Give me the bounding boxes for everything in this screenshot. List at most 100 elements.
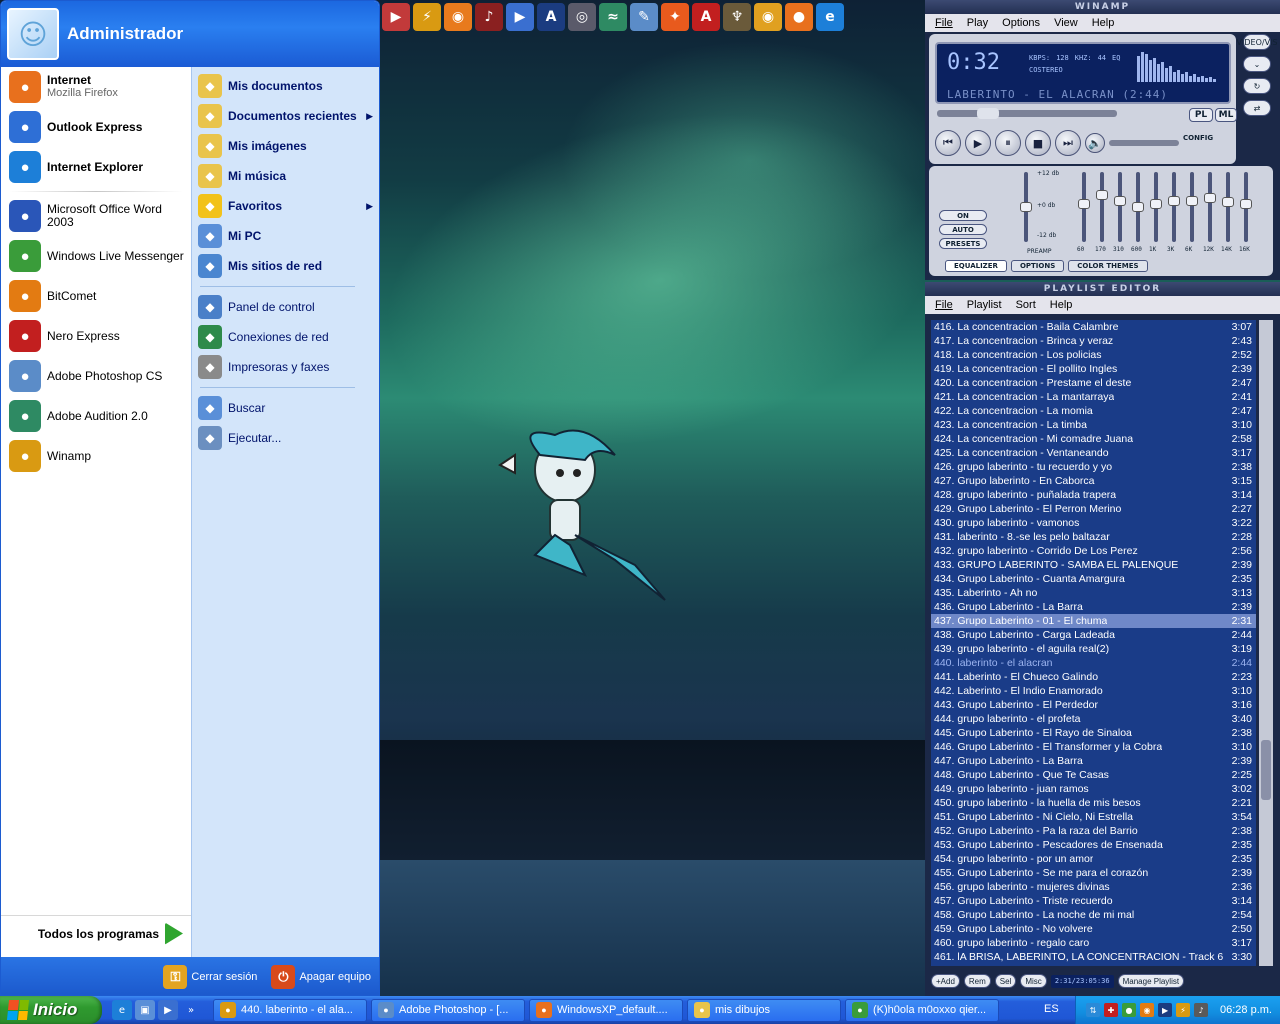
playlist-row[interactable]: 461. lA BRISA, LABERINTO, LA CONCENTRACI… xyxy=(931,950,1256,964)
playlist-row[interactable]: 422. La concentracion - La momia 2:47 xyxy=(931,404,1256,418)
volume-icon[interactable]: 🔈 xyxy=(1085,133,1105,153)
audition-shortcut-icon[interactable]: ≈ xyxy=(599,2,627,31)
playlist-row[interactable]: 431. laberinto - 8.-se les pelo baltazar… xyxy=(931,530,1256,544)
eq-band-slider[interactable] xyxy=(1132,172,1144,252)
show-desktop-icon[interactable]: ▣ xyxy=(135,1000,155,1020)
taskbar-button[interactable]: ● mis dibujos xyxy=(687,998,841,1022)
eq-band-slider[interactable] xyxy=(1150,172,1162,252)
playlist-row[interactable]: 438. Grupo Laberinto - Carga Ladeada 2:44 xyxy=(931,628,1256,642)
tab-color-themes[interactable]: COLOR THEMES xyxy=(1068,260,1148,272)
audacity-shortcut-icon[interactable]: A xyxy=(537,2,565,31)
photoshop-shortcut-icon[interactable]: ✎ xyxy=(630,2,658,31)
playlist-row[interactable]: 446. Grupo Laberinto - El Transformer y … xyxy=(931,740,1256,754)
eq-band-slider[interactable] xyxy=(1222,172,1234,252)
ie-quicklaunch-icon[interactable]: e xyxy=(112,1000,132,1020)
playlist-row[interactable]: 433. GRUPO LABERINTO - SAMBA EL PALENQUE… xyxy=(931,558,1256,572)
playlist-row[interactable]: 424. La concentracion - Mi comadre Juana… xyxy=(931,432,1256,446)
ie-shortcut-icon[interactable]: e xyxy=(816,2,844,31)
playlist-row[interactable]: 439. grupo laberinto - el aguila real(2)… xyxy=(931,642,1256,656)
playlist-row[interactable]: 437. Grupo Laberinto - 01 - El chuma 2:31 xyxy=(931,614,1256,628)
repeat-button[interactable]: ↻ xyxy=(1243,78,1271,94)
taskbar-button[interactable]: ● 440. laberinto - el ala... xyxy=(213,998,367,1022)
recent-item-adobe-audition-2-0[interactable]: ● Adobe Audition 2.0 xyxy=(1,396,191,436)
eq-on-button[interactable]: ON xyxy=(939,210,987,221)
volume-tray-icon[interactable]: ♪ xyxy=(1194,1003,1209,1017)
media-player-shortcut-icon[interactable]: ◎ xyxy=(568,2,596,31)
winamp-titlebar[interactable]: WINAMP xyxy=(925,0,1280,14)
playlist-row[interactable]: 453. Grupo Laberinto - Pescadores de Ens… xyxy=(931,838,1256,852)
playlist-row[interactable]: 416. La concentracion - Baila Calambre 3:… xyxy=(931,320,1256,334)
bitcomet-tray-icon[interactable]: ◉ xyxy=(1140,1003,1155,1017)
all-programs-button[interactable]: Todos los programas xyxy=(1,915,191,951)
playlist-row[interactable]: 459. Grupo Laberinto - No volvere 2:50 xyxy=(931,922,1256,936)
menu-help[interactable]: Help xyxy=(1092,17,1115,29)
manage-playlist-button[interactable]: Manage Playlist xyxy=(1117,974,1185,988)
elapsed-time[interactable]: 0:32 xyxy=(947,50,1000,75)
config-label[interactable]: CONFIG xyxy=(1183,134,1213,156)
recent-item-adobe-photoshop-cs[interactable]: ● Adobe Photoshop CS xyxy=(1,356,191,396)
playlist-row[interactable]: 430. grupo laberinto - vamonos 3:22 xyxy=(931,516,1256,530)
remove-button[interactable]: Rem xyxy=(963,974,991,988)
menu-options[interactable]: Options xyxy=(1002,17,1040,29)
select-button[interactable]: Sel xyxy=(994,974,1017,988)
pinned-item-internet[interactable]: ● Internet Mozilla Firefox xyxy=(1,67,191,107)
playlist-row[interactable]: 417. La concentracion - Brinca y veraz 2:… xyxy=(931,334,1256,348)
play-shortcut-icon[interactable]: ▶ xyxy=(506,2,534,31)
playlist-row[interactable]: 444. grupo laberinto - el profeta 3:40 xyxy=(931,712,1256,726)
place-item-buscar[interactable]: ◆ Buscar xyxy=(192,393,379,423)
menu-file[interactable]: File xyxy=(935,17,953,29)
eq-band-slider[interactable] xyxy=(1168,172,1180,252)
place-item-documentos-recientes[interactable]: ◆ Documentos recientes ▶ xyxy=(192,101,379,131)
playlist-row[interactable]: 421. La concentracion - La mantarraya 2:4… xyxy=(931,390,1256,404)
menu-view[interactable]: View xyxy=(1054,17,1078,29)
next-button[interactable]: ⏭ xyxy=(1055,130,1081,156)
volume-slider[interactable] xyxy=(1109,140,1179,146)
playlist-row[interactable]: 445. Grupo Laberinto - El Rayo de Sinalo… xyxy=(931,726,1256,740)
playlist-row[interactable]: 425. La concentracion - Ventaneando 3:17 xyxy=(931,446,1256,460)
playlist-row[interactable]: 441. Laberinto - El Chueco Galindo 2:23 xyxy=(931,670,1256,684)
previous-button[interactable]: ⏮ xyxy=(935,130,961,156)
pinned-item-outlook-express[interactable]: ● Outlook Express xyxy=(1,107,191,147)
firefox-shortcut-icon[interactable]: ● xyxy=(785,2,813,31)
videovis-label[interactable]: VIDEO/VIS xyxy=(1237,34,1277,50)
media-tray-icon[interactable]: ▶ xyxy=(1158,1003,1173,1017)
playlist-row[interactable]: 419. La concentracion - El pollito Ingle… xyxy=(931,362,1256,376)
playlist-row[interactable]: 429. Grupo Laberinto - El Perron Merino 2… xyxy=(931,502,1256,516)
playlist-toggle-button[interactable]: PL xyxy=(1189,108,1213,122)
place-item-panel-de-control[interactable]: ◆ Panel de control xyxy=(192,292,379,322)
user-avatar[interactable]: ☺ xyxy=(7,8,59,60)
menu-sort[interactable]: Sort xyxy=(1016,299,1036,311)
misc-button[interactable]: Misc xyxy=(1020,974,1047,988)
playlist-row[interactable]: 454. grupo laberinto - por un amor 2:35 xyxy=(931,852,1256,866)
messenger-tray-icon[interactable]: ● xyxy=(1122,1003,1137,1017)
playlist-titlebar[interactable]: PLAYLIST EDITOR xyxy=(925,282,1280,296)
eq-auto-button[interactable]: AUTO xyxy=(939,224,987,235)
place-item-mis-sitios-de-red[interactable]: ◆ Mis sitios de red xyxy=(192,251,379,281)
playlist-row[interactable]: 448. Grupo Laberinto - Que Te Casas 2:25 xyxy=(931,768,1256,782)
recent-item-winamp[interactable]: ● Winamp xyxy=(1,436,191,476)
network-tray-icon[interactable]: ⇅ xyxy=(1086,1003,1101,1017)
shuffle-button[interactable]: ⇄ xyxy=(1243,100,1271,116)
eq-band-slider[interactable] xyxy=(1096,172,1108,252)
playlist-row[interactable]: 427. Grupo laberinto - En Caborca 3:15 xyxy=(931,474,1256,488)
playlist-row[interactable]: 451. Grupo Laberinto - Ni Cielo, Ni Estr… xyxy=(931,810,1256,824)
recent-item-microsoft-office-word-2003[interactable]: ● Microsoft Office Word 2003 xyxy=(1,196,191,236)
app-shortcut-icon[interactable]: ▶ xyxy=(382,2,410,31)
playlist-row[interactable]: 457. Grupo Laberinto - Triste recuerdo 3:… xyxy=(931,894,1256,908)
place-item-favoritos[interactable]: ◆ Favoritos ▶ xyxy=(192,191,379,221)
playlist-row[interactable]: 443. Grupo Laberinto - El Perdedor 3:16 xyxy=(931,698,1256,712)
stop-button[interactable]: ■ xyxy=(1025,130,1051,156)
playlist-row[interactable]: 440. laberinto - el alacran 2:44 xyxy=(931,656,1256,670)
antivirus-tray-icon[interactable]: ✚ xyxy=(1104,1003,1119,1017)
place-item-impresoras-y-faxes[interactable]: ◆ Impresoras y faxes xyxy=(192,352,379,382)
place-item-mis-imagenes[interactable]: ◆ Mis imágenes xyxy=(192,131,379,161)
place-item-mi-pc[interactable]: ◆ Mi PC xyxy=(192,221,379,251)
pinned-item-internet-explorer[interactable]: ● Internet Explorer xyxy=(1,147,191,187)
taskbar-button[interactable]: ● Adobe Photoshop - [... xyxy=(371,998,525,1022)
menu-play[interactable]: Play xyxy=(967,17,988,29)
playlist-row[interactable]: 458. Grupo Laberinto - La noche de mi ma… xyxy=(931,908,1256,922)
winamp-shortcut-icon[interactable]: ⚡ xyxy=(413,2,441,31)
eq-band-slider[interactable] xyxy=(1204,172,1216,252)
eq-band-slider[interactable] xyxy=(1078,172,1090,252)
menu-file[interactable]: File xyxy=(935,299,953,311)
